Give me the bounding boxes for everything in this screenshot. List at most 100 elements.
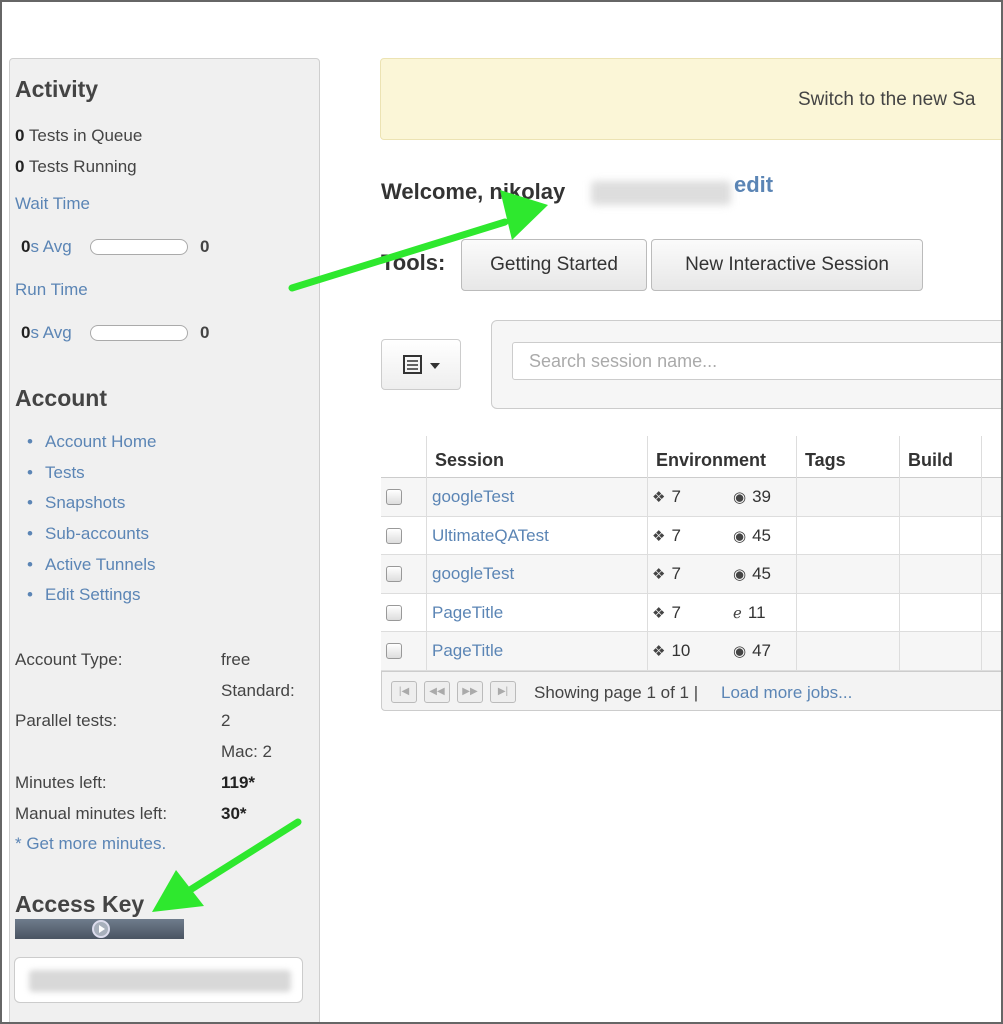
tests-in-queue: 0 Tests in Queue: [15, 126, 143, 145]
notice-banner: Switch to the new Sa: [380, 58, 1003, 140]
snapshots-link[interactable]: Snapshots: [45, 493, 125, 512]
session-link[interactable]: googleTest: [432, 564, 514, 584]
last-page-icon[interactable]: ▶|: [490, 680, 516, 703]
os-cell: ❖ 7: [652, 602, 681, 622]
active-tunnels-link[interactable]: Active Tunnels: [45, 555, 156, 574]
ie-icon: ℯ: [733, 604, 742, 622]
play-icon[interactable]: [92, 920, 110, 938]
manual-minutes-label: Manual minutes left:: [15, 804, 168, 823]
os-cell: ❖ 7: [652, 564, 681, 583]
windows-icon: ❖: [652, 527, 666, 545]
pager-status: Showing page 1 of 1 |: [534, 682, 699, 702]
sessions-table: Session Environment Tags Build googleTes…: [381, 436, 1003, 711]
row-checkbox[interactable]: [386, 489, 402, 505]
minutes-left-label: Minutes left:: [15, 773, 107, 792]
chrome-icon: ◉: [733, 527, 747, 545]
edit-settings-link[interactable]: Edit Settings: [45, 585, 140, 604]
row-checkbox[interactable]: [386, 566, 402, 582]
row-checkbox[interactable]: [386, 604, 402, 621]
os-cell: ❖ 7: [652, 487, 681, 506]
windows-icon: ❖: [652, 566, 666, 583]
search-session-input[interactable]: [512, 342, 1003, 380]
windows-icon: ❖: [652, 489, 666, 506]
welcome-text: Welcome, nikolay: [381, 179, 566, 204]
run-time-link[interactable]: Run Time: [15, 280, 88, 300]
chrome-icon: ◉: [733, 643, 747, 660]
header-session[interactable]: Session: [426, 436, 647, 478]
session-link[interactable]: UltimateQATest: [432, 526, 549, 546]
header-more: [981, 436, 1003, 478]
minutes-left-value: 119*: [221, 773, 256, 792]
session-link[interactable]: PageTitle: [432, 603, 503, 623]
load-more-link[interactable]: Load more jobs...: [721, 683, 852, 703]
account-home-link[interactable]: Account Home: [45, 432, 157, 451]
banner-text[interactable]: Switch to the new Sa: [798, 89, 975, 111]
getting-started-button[interactable]: Getting Started: [461, 239, 647, 291]
manual-minutes-value: 30*: [221, 804, 247, 823]
header-environment[interactable]: Environment: [647, 436, 796, 478]
account-link-item: Edit Settings: [25, 585, 157, 616]
windows-icon: ❖: [652, 643, 666, 660]
browser-cell: ◉ 45: [733, 564, 772, 583]
run-avg: 0s Avg: [21, 323, 72, 342]
table-pager: |◀ ◀◀ ▶▶ ▶| Showing page 1 of 1 | Load m…: [381, 670, 1003, 711]
table-body: googleTest ❖ 7 ◉ 39 UltimateQATest ❖ 7 ◉ 45 …: [381, 478, 1003, 671]
account-links: Account Home Tests Snapshots Sub-account…: [25, 432, 157, 616]
next-page-icon[interactable]: ▶▶: [457, 680, 483, 703]
windows-icon: ❖: [652, 604, 666, 622]
wait-time-meter: [90, 239, 188, 255]
os-cell: ❖ 10: [652, 641, 691, 660]
parallel-tests-value: 2: [221, 711, 231, 730]
browser-cell: ◉ 45: [733, 525, 772, 545]
account-link-item: Active Tunnels: [25, 555, 157, 586]
access-key-field[interactable]: [14, 957, 303, 1003]
row-checkbox[interactable]: [386, 527, 402, 544]
table-row[interactable]: PageTitle ❖ 10 ◉ 47: [381, 632, 1003, 671]
account-link-item: Snapshots: [25, 493, 157, 524]
account-link-item: Sub-accounts: [25, 524, 157, 555]
get-more-minutes-link[interactable]: * Get more minutes.: [15, 834, 166, 854]
run-count: 0: [200, 323, 210, 342]
header-tags[interactable]: Tags: [796, 436, 899, 478]
account-type-value: free: [221, 650, 251, 669]
edit-link[interactable]: edit: [734, 172, 773, 198]
header-build[interactable]: Build: [899, 436, 981, 478]
session-link[interactable]: googleTest: [432, 487, 514, 507]
access-key-video-strip[interactable]: [15, 919, 184, 939]
access-key-heading: Access Key: [15, 891, 145, 917]
search-panel: [491, 320, 1003, 409]
browser-cell: ◉ 47: [733, 641, 772, 660]
account-link-item: Tests: [25, 463, 157, 494]
mac-label: Mac: 2: [221, 742, 273, 761]
session-link[interactable]: PageTitle: [432, 641, 503, 661]
browser-cell: ◉ 39: [733, 487, 772, 506]
wait-time-link[interactable]: Wait Time: [15, 194, 90, 214]
activity-heading: Activity: [15, 76, 99, 102]
list-icon: [403, 355, 440, 374]
table-row[interactable]: googleTest ❖ 7 ◉ 45: [381, 555, 1003, 594]
tests-link[interactable]: Tests: [45, 463, 85, 482]
account-type-label: Account Type:: [15, 650, 123, 669]
table-row[interactable]: UltimateQATest ❖ 7 ◉ 45: [381, 516, 1003, 555]
wait-count: 0: [200, 237, 210, 256]
table-row[interactable]: googleTest ❖ 7 ◉ 39: [381, 478, 1003, 517]
wait-avg: 0s Avg: [21, 237, 72, 256]
tests-running: 0 Tests Running: [15, 157, 137, 176]
run-time-meter: [90, 325, 188, 341]
chrome-icon: ◉: [733, 489, 747, 506]
table-header: Session Environment Tags Build: [381, 436, 1003, 478]
new-interactive-session-button[interactable]: New Interactive Session: [651, 239, 923, 291]
chrome-icon: ◉: [733, 566, 747, 583]
table-row[interactable]: PageTitle ❖ 7 ℯ 11: [381, 593, 1003, 632]
parallel-tests-label: Parallel tests:: [15, 711, 118, 730]
browser-cell: ℯ 11: [733, 602, 766, 622]
redacted-key: [29, 970, 291, 992]
sub-accounts-link[interactable]: Sub-accounts: [45, 524, 149, 543]
account-link-item: Account Home: [25, 432, 157, 463]
first-page-icon[interactable]: |◀: [391, 680, 417, 703]
view-toggle-button[interactable]: [381, 339, 461, 390]
tools-label: Tools:: [381, 250, 446, 275]
prev-page-icon[interactable]: ◀◀: [424, 680, 450, 703]
standard-label: Standard:: [221, 681, 295, 700]
row-checkbox[interactable]: [386, 643, 402, 659]
